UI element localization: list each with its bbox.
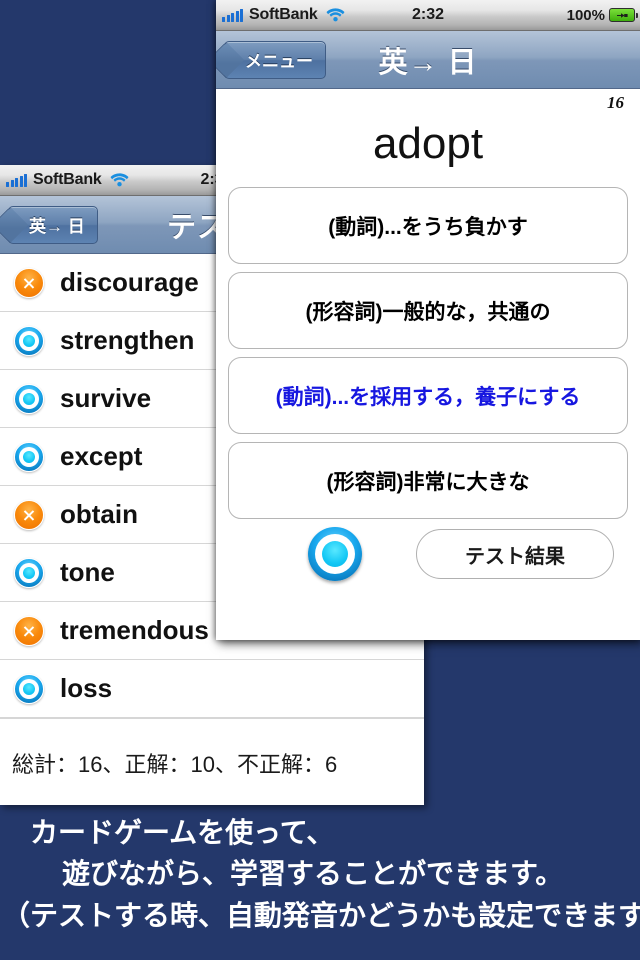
front-clock: 2:32 [411,6,445,23]
caption-line-3: （テストする時、自動発音かどうかも設定できます。） [2,899,640,931]
correct-icon [14,325,44,356]
test-result-button[interactable]: テスト結果 [416,529,614,579]
word-label: except [60,441,143,471]
caption-line-2: 遊びながら、学習することができます。 [62,858,564,890]
answer-choice-1[interactable]: (動詞)...をうち負かす [228,187,628,264]
caption-block: カードゲームを使って、 遊びながら、学習することができます。 （テストする時、自… [0,812,640,960]
correct-icon [14,557,44,588]
battery-charging-icon [609,8,638,22]
word-label: obtain [60,499,138,529]
quiz-footer: テスト結果 [216,527,640,581]
correct-icon [14,383,44,414]
menu-back-button[interactable]: メニュー [224,40,326,79]
correct-icon [14,673,44,704]
answer-choice-2[interactable]: (形容詞)一般的な，共通の [228,272,628,349]
front-nav-bar: メニュー 英→ 日 [216,31,640,89]
incorrect-icon [14,499,44,530]
headword: adopt [372,119,484,168]
test-summary: 総計：16、正解：10、不正解：6 [0,718,424,805]
quiz-card: 16 adopt (動詞)...をうち負かす (形容詞)一般的な，共通の (動詞… [216,89,640,640]
answer-choices: (動詞)...をうち負かす (形容詞)一般的な，共通の (動詞)...を採用する… [216,187,640,519]
word-label: loss [60,673,113,703]
word-label: survive [60,383,152,413]
answer-choice-3-selected[interactable]: (動詞)...を採用する，養子にする [228,357,628,434]
sound-play-icon[interactable] [308,527,362,581]
word-label: tone [60,557,115,587]
list-item[interactable]: loss [0,660,424,718]
correct-icon [14,441,44,472]
back-button-eng-jpn[interactable]: 英→ 日 [8,205,98,244]
incorrect-icon [14,267,44,298]
caption-line-1: カードゲームを使って、 [30,817,335,848]
front-status-bar: SoftBank 2:32 100% [216,0,640,31]
word-label: tremendous [60,615,209,645]
word-label: discourage [60,267,199,297]
answer-choice-4[interactable]: (形容詞)非常に大きな [228,442,628,519]
front-phone-window: SoftBank 2:32 100% メニュー 英→ 日 16 adopt (動… [216,0,640,640]
incorrect-icon [14,615,44,646]
word-label: strengthen [60,325,195,355]
card-counter: 16 [607,93,624,112]
